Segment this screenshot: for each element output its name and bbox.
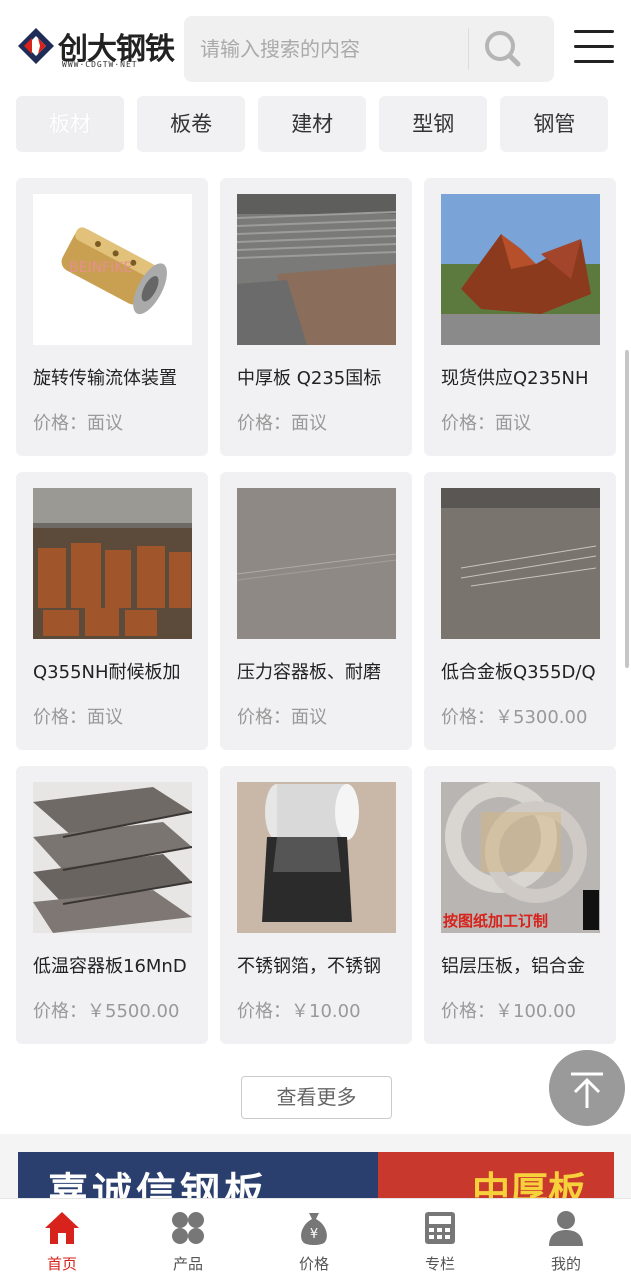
product-card[interactable]: 中厚板 Q235国标 价格：面议 [220, 178, 412, 456]
product-price: 价格：面议 [33, 707, 123, 728]
product-card[interactable]: 压力容器板、耐磨 价格：面议 [220, 472, 412, 750]
product-name: 低合金板Q355D/Q [441, 662, 596, 683]
nav-products[interactable]: 产品 [138, 1199, 238, 1280]
product-image [441, 194, 600, 345]
search-button[interactable] [480, 26, 526, 72]
banner-section: 嘉诚信钢板 中厚板 [0, 1134, 631, 1204]
search-box [184, 16, 554, 82]
product-card[interactable]: BEINFIKE 旋转传输流体装置 价格：面议 [16, 178, 208, 456]
nav-prices[interactable]: ¥ 价格 [264, 1199, 364, 1280]
search-icon [485, 31, 521, 67]
calculator-icon [425, 1212, 455, 1244]
tab-board[interactable]: 板材 [16, 96, 124, 152]
product-image: 按图纸加工订制 [441, 782, 600, 933]
menu-icon-bar [574, 60, 614, 63]
product-card[interactable]: 不锈钢箔，不锈钢 价格：￥10.00 [220, 766, 412, 1044]
nav-profile[interactable]: 我的 [516, 1199, 616, 1280]
nav-label: 首页 [46, 1255, 77, 1273]
menu-button[interactable] [574, 30, 614, 66]
nav-column[interactable]: 专栏 [390, 1199, 490, 1280]
search-input[interactable] [200, 16, 470, 82]
product-price: 价格：￥100.00 [441, 1001, 576, 1022]
user-icon [549, 1211, 583, 1246]
arrow-up-icon [571, 1072, 603, 1108]
product-image [441, 488, 600, 639]
product-name: 现货供应Q235NH [441, 368, 589, 389]
home-icon [45, 1212, 79, 1244]
product-name: 铝层压板，铝合金 [441, 956, 585, 977]
tab-steel-pipe[interactable]: 钢管 [500, 96, 609, 152]
product-image [33, 488, 192, 639]
menu-icon-bar [574, 30, 614, 33]
tab-coil[interactable]: 板卷 [137, 96, 246, 152]
product-price: 价格：面议 [237, 413, 327, 434]
view-more-button[interactable]: 查看更多 [241, 1076, 392, 1119]
product-image: BEINFIKE [33, 194, 192, 345]
product-card[interactable]: 低合金板Q355D/Q 价格：￥5300.00 [424, 472, 616, 750]
category-tabs: 板材 板卷 建材 型钢 钢管 [16, 96, 616, 154]
logo[interactable]: 创大钢铁 WWW·CDGTW·NET [16, 24, 175, 70]
header: 创大钢铁 WWW·CDGTW·NET [0, 0, 631, 92]
image-caption: 按图纸加工订制 [443, 912, 548, 930]
logo-mark-icon [18, 28, 54, 64]
product-price: 价格：面议 [441, 413, 531, 434]
product-card[interactable]: 低温容器板16MnD 价格：￥5500.00 [16, 766, 208, 1044]
product-card[interactable]: 现货供应Q235NH 价格：面议 [424, 178, 616, 456]
product-price: 价格：面议 [33, 413, 123, 434]
product-price: 价格：￥5300.00 [441, 707, 588, 728]
tab-construction[interactable]: 建材 [258, 96, 367, 152]
search-divider [468, 28, 469, 70]
product-name: 低温容器板16MnD [33, 956, 187, 977]
nav-label: 价格 [298, 1255, 329, 1273]
svg-text:¥: ¥ [310, 1227, 318, 1242]
grid-icon [172, 1212, 204, 1244]
product-name: Q355NH耐候板加 [33, 662, 181, 683]
product-price: 价格：￥5500.00 [33, 1001, 180, 1022]
product-image [237, 194, 396, 345]
menu-icon-bar [574, 45, 614, 48]
product-card[interactable]: 按图纸加工订制 铝层压板，铝合金 价格：￥100.00 [424, 766, 616, 1044]
nav-home[interactable]: 首页 [12, 1199, 112, 1280]
product-image [237, 488, 396, 639]
back-to-top-button[interactable] [549, 1050, 625, 1126]
product-image [33, 782, 192, 933]
nav-label: 我的 [550, 1255, 581, 1273]
product-image [237, 782, 396, 933]
product-price: 价格：面议 [237, 707, 327, 728]
product-name: 压力容器板、耐磨 [237, 662, 381, 683]
promo-banner[interactable]: 嘉诚信钢板 中厚板 [18, 1152, 614, 1204]
money-bag-icon: ¥ [301, 1213, 327, 1245]
product-name: 不锈钢箔，不锈钢 [237, 956, 381, 977]
tab-section-steel[interactable]: 型钢 [379, 96, 488, 152]
scrollbar[interactable] [625, 350, 629, 668]
nav-label: 产品 [172, 1255, 203, 1273]
product-name: 中厚板 Q235国标 [237, 368, 382, 389]
watermark-text: BEINFIKE [69, 260, 132, 276]
product-name: 旋转传输流体装置 [33, 368, 177, 389]
product-card[interactable]: Q355NH耐候板加 价格：面议 [16, 472, 208, 750]
product-price: 价格：￥10.00 [237, 1001, 361, 1022]
bottom-nav: 首页 产品 ¥ 价格 专栏 我的 [0, 1198, 631, 1280]
nav-label: 专栏 [424, 1255, 455, 1273]
logo-subtext: WWW·CDGTW·NET [62, 60, 138, 69]
